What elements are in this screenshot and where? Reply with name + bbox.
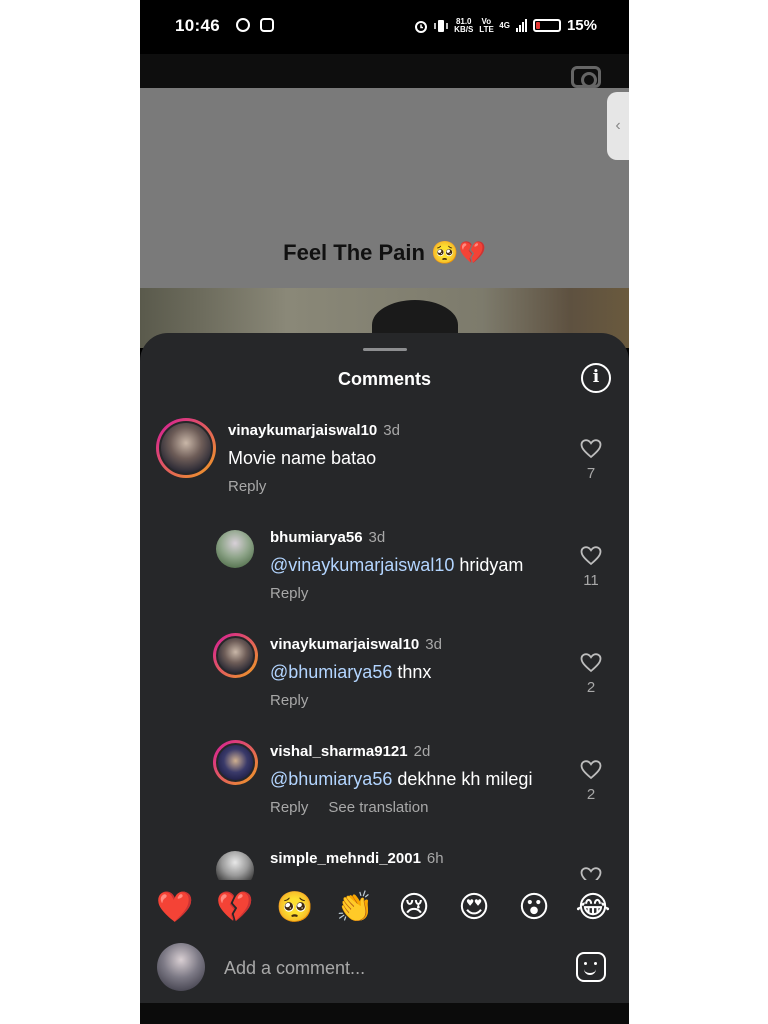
comment-composer bbox=[140, 936, 629, 996]
avatar[interactable] bbox=[213, 633, 258, 678]
vibrate-icon bbox=[434, 19, 448, 32]
reaction-heart-icon[interactable]: ❤️ bbox=[155, 888, 195, 928]
comment-username-text[interactable]: vinaykumarjaiswal10 bbox=[270, 636, 419, 653]
battery-percent: 15% bbox=[566, 17, 597, 34]
status-indicators: 81.0 KB/S Vo LTE 4G 15% bbox=[414, 17, 597, 34]
comment-username[interactable]: vishal_sharma9121 2d bbox=[270, 743, 430, 760]
heart-icon[interactable] bbox=[580, 760, 602, 780]
quick-reactions-bar: ❤️ 💔 🥺 👏 😢 😍 😮 😂 bbox=[140, 888, 629, 932]
reaction-broken-heart-icon[interactable]: 💔 bbox=[215, 888, 255, 928]
comment-username[interactable]: vinaykumarjaiswal10 3d bbox=[270, 636, 442, 653]
comment-username[interactable]: simple_mehndi_2001 6h bbox=[270, 850, 444, 867]
mention-link[interactable]: @bhumiarya56 bbox=[270, 662, 392, 682]
network-speed-unit: KB/S bbox=[454, 24, 474, 34]
reply-item: vishal_sharma9121 2d @bhumiarya56 dekhne … bbox=[140, 736, 629, 836]
comment-body: thnx bbox=[397, 662, 432, 682]
like-control[interactable]: 2 bbox=[576, 760, 606, 803]
comments-sheet: Comments i vinaykumarjaiswal10 3d Movie n… bbox=[140, 333, 629, 1003]
camera-icon[interactable] bbox=[571, 66, 601, 88]
whatsapp-icon bbox=[236, 18, 250, 32]
status-time: 10:46 bbox=[175, 16, 220, 35]
sheet-title: Comments bbox=[337, 369, 431, 389]
see-translation-button[interactable]: See translation bbox=[328, 799, 428, 816]
reaction-clapping-hands-icon[interactable]: 👏 bbox=[335, 888, 375, 928]
comment-text: @bhumiarya56 dekhne kh milegi bbox=[270, 769, 532, 790]
like-control[interactable]: 2 bbox=[576, 653, 606, 696]
reply-item: simple_mehndi_2001 6h bbox=[140, 843, 629, 880]
reply-button[interactable]: Reply bbox=[270, 585, 308, 602]
comment-item: vinaykumarjaiswal10 3d Movie name batao R… bbox=[140, 415, 629, 515]
reaction-crying-face-icon[interactable]: 😢 bbox=[394, 888, 434, 928]
reply-item: vinaykumarjaiswal10 3d @bhumiarya56 thnx … bbox=[140, 629, 629, 729]
like-count: 2 bbox=[586, 786, 596, 803]
comments-list[interactable]: vinaykumarjaiswal10 3d Movie name batao R… bbox=[140, 415, 629, 880]
side-panel-handle[interactable]: ‹ bbox=[607, 92, 629, 160]
comment-actions: Reply bbox=[270, 692, 308, 709]
reel-top-bar bbox=[140, 54, 629, 88]
reply-button[interactable]: Reply bbox=[228, 478, 266, 495]
sticker-icon[interactable] bbox=[576, 952, 606, 982]
like-count: 7 bbox=[586, 465, 596, 482]
drag-handle[interactable] bbox=[363, 348, 407, 351]
comment-username[interactable]: vinaykumarjaiswal10 3d bbox=[228, 422, 400, 439]
reply-button[interactable]: Reply bbox=[270, 692, 308, 709]
reaction-tears-of-joy-icon[interactable]: 😂 bbox=[573, 888, 613, 928]
comment-username-text[interactable]: vinaykumarjaiswal10 bbox=[228, 422, 377, 439]
mention-link[interactable]: @vinaykumarjaiswal10 bbox=[270, 555, 454, 575]
heart-icon[interactable] bbox=[580, 867, 602, 880]
comment-username[interactable]: bhumiarya56 3d bbox=[270, 529, 385, 546]
alarm-icon bbox=[415, 20, 428, 33]
network-speed: 81.0 KB/S bbox=[454, 17, 474, 34]
comment-time: 3d bbox=[425, 636, 442, 653]
comment-time: 2d bbox=[413, 743, 431, 760]
comment-text: @vinaykumarjaiswal10 hridyam bbox=[270, 555, 523, 576]
avatar[interactable] bbox=[213, 740, 258, 785]
reply-item: bhumiarya56 3d @vinaykumarjaiswal10 hridy… bbox=[140, 522, 629, 622]
signal-icon bbox=[515, 19, 527, 32]
comment-username-text[interactable]: simple_mehndi_2001 bbox=[270, 850, 421, 867]
comment-time: 3d bbox=[383, 422, 400, 439]
mention-link[interactable]: @bhumiarya56 bbox=[270, 769, 392, 789]
comment-time: 3d bbox=[368, 529, 386, 546]
comment-username-text[interactable]: vishal_sharma9121 bbox=[270, 743, 408, 760]
comment-actions: Reply bbox=[228, 478, 266, 495]
comment-username-text[interactable]: bhumiarya56 bbox=[270, 529, 363, 546]
reaction-surprised-face-icon[interactable]: 😮 bbox=[514, 888, 554, 928]
like-control[interactable]: 7 bbox=[576, 439, 606, 482]
reaction-heart-eyes-icon[interactable]: 😍 bbox=[454, 888, 494, 928]
system-nav-bar bbox=[140, 1003, 629, 1024]
network-type: 4G bbox=[499, 20, 510, 30]
heart-icon[interactable] bbox=[580, 653, 602, 673]
heart-icon[interactable] bbox=[580, 546, 602, 566]
battery-icon bbox=[532, 19, 561, 32]
like-control[interactable]: 11 bbox=[576, 546, 606, 589]
comment-actions: Reply See translation bbox=[270, 799, 428, 816]
comment-text: @bhumiarya56 thnx bbox=[270, 662, 431, 683]
instagram-icon bbox=[260, 18, 274, 32]
comment-input[interactable] bbox=[224, 954, 554, 982]
status-bar: 10:46 81.0 KB/S Vo LTE 4G 15% bbox=[140, 0, 629, 54]
volte-indicator: Vo LTE bbox=[479, 16, 494, 34]
comment-body: hridyam bbox=[459, 555, 524, 575]
like-count: 11 bbox=[583, 572, 599, 589]
current-user-avatar bbox=[157, 943, 205, 991]
reply-button[interactable]: Reply bbox=[270, 799, 308, 816]
reaction-pleading-face-icon[interactable]: 🥺 bbox=[275, 888, 315, 928]
comment-actions: Reply bbox=[270, 585, 308, 602]
comment-body: dekhne kh milegi bbox=[397, 769, 533, 789]
heart-icon[interactable] bbox=[580, 439, 602, 459]
phone-screen: 10:46 81.0 KB/S Vo LTE 4G 15% Feel The Pa… bbox=[140, 0, 629, 1024]
reel-caption: Feel The Pain 🥺💔 bbox=[283, 240, 486, 265]
like-control[interactable] bbox=[576, 867, 606, 880]
avatar[interactable] bbox=[216, 530, 254, 568]
info-icon[interactable]: i bbox=[581, 363, 611, 393]
avatar[interactable] bbox=[156, 418, 216, 478]
comment-text: Movie name batao bbox=[228, 448, 377, 468]
comment-time: 6h bbox=[426, 850, 444, 867]
avatar[interactable] bbox=[216, 851, 254, 880]
like-count: 2 bbox=[586, 679, 596, 696]
